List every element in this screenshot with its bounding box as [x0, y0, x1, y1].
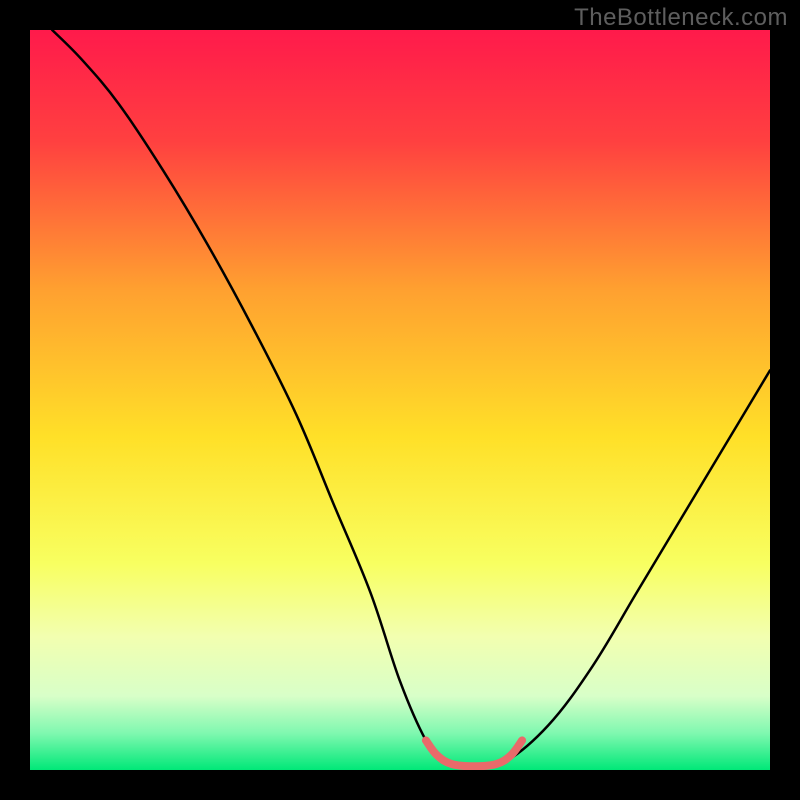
chart-background [30, 30, 770, 770]
chart-frame: TheBottleneck.com [0, 0, 800, 800]
watermark-text: TheBottleneck.com [574, 4, 788, 32]
chart-svg [30, 30, 770, 770]
